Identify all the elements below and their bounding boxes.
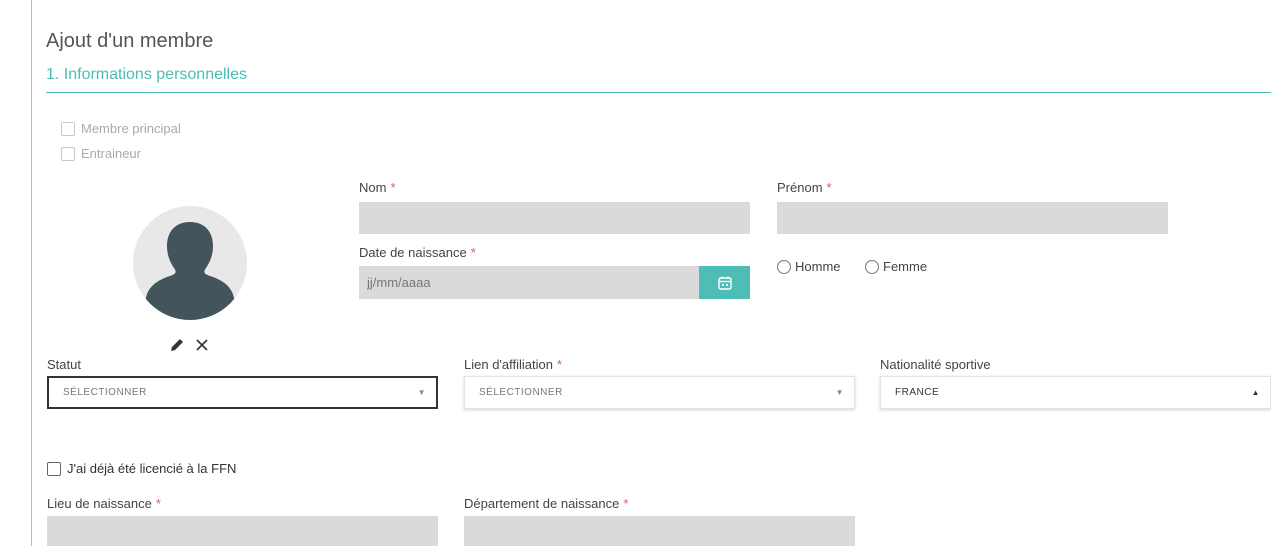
nom-input[interactable] — [359, 202, 750, 234]
calendar-button[interactable] — [699, 266, 750, 299]
caret-down-icon: ▼ — [417, 388, 426, 397]
caret-up-icon: ▲ — [1251, 388, 1260, 397]
checkbox-box[interactable] — [61, 121, 75, 136]
avatar — [133, 206, 247, 320]
prenom-label: Prénom * — [777, 180, 832, 195]
checkbox-box[interactable] — [47, 461, 61, 476]
departement-naissance-label: Département de naissance * — [464, 496, 629, 511]
femme-label: Femme — [883, 259, 928, 274]
statut-select[interactable]: SÉLECTIONNER ▼ — [47, 376, 438, 409]
deja-licencie-checkbox[interactable]: J'ai déjà été licencié à la FFN — [47, 461, 236, 476]
entraineur-checkbox[interactable]: Entraineur — [61, 146, 141, 161]
gender-homme-radio[interactable]: Homme — [777, 259, 841, 274]
caret-down-icon: ▼ — [835, 388, 844, 397]
close-icon[interactable] — [195, 337, 209, 358]
deja-licencie-label: J'ai déjà été licencié à la FFN — [67, 461, 237, 476]
radio-circle[interactable] — [865, 259, 879, 274]
lieu-naissance-input[interactable] — [47, 516, 438, 546]
statut-value: SÉLECTIONNER — [63, 387, 147, 398]
lien-affiliation-select[interactable]: SÉLECTIONNER ▼ — [464, 376, 855, 409]
date-naissance-label: Date de naissance * — [359, 245, 476, 260]
nationalite-sportive-select[interactable]: FRANCE ▲ — [880, 376, 1271, 409]
lien-affiliation-label: Lien d'affiliation * — [464, 357, 563, 372]
lieu-naissance-label: Lieu de naissance * — [47, 496, 161, 511]
checkbox-box[interactable] — [61, 146, 75, 161]
radio-circle[interactable] — [777, 259, 791, 274]
section-title: 1. Informations personnelles — [46, 66, 247, 83]
date-naissance-input[interactable] — [359, 266, 699, 299]
gender-femme-radio[interactable]: Femme — [865, 259, 927, 274]
entraineur-label: Entraineur — [81, 146, 141, 161]
page-title: Ajout d'un membre — [46, 30, 214, 52]
prenom-input[interactable] — [777, 202, 1168, 234]
departement-naissance-input[interactable] — [464, 516, 855, 546]
user-silhouette-icon — [145, 222, 235, 320]
membre-principal-label: Membre principal — [81, 121, 181, 136]
nom-label: Nom * — [359, 180, 396, 195]
section-divider — [46, 92, 1271, 93]
homme-label: Homme — [795, 259, 841, 274]
calendar-icon — [717, 276, 732, 290]
pencil-icon[interactable] — [169, 337, 185, 358]
nationalite-sportive-value: FRANCE — [895, 387, 940, 398]
membre-principal-checkbox[interactable]: Membre principal — [61, 121, 181, 136]
lien-affiliation-value: SÉLECTIONNER — [479, 387, 563, 398]
nationalite-sportive-label: Nationalité sportive — [880, 357, 991, 372]
statut-label: Statut — [47, 357, 81, 372]
